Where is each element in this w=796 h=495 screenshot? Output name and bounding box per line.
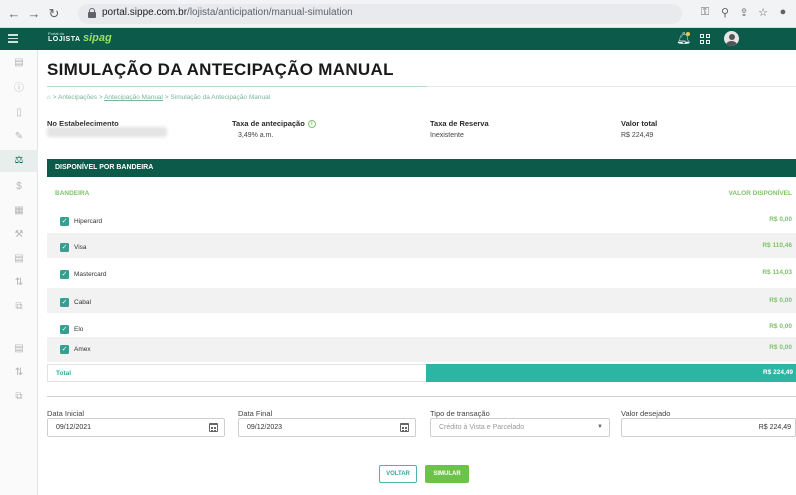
breadcrumb-manual[interactable]: Antecipação Manual	[104, 94, 163, 101]
establishment-value-redacted	[47, 127, 167, 137]
sidebar-money-icon[interactable]: $	[0, 176, 38, 198]
total-row-label: Total	[56, 370, 72, 377]
start-date-label: Data Inicial	[47, 409, 85, 418]
checkbox-visa[interactable]: ✓	[60, 243, 69, 252]
rate-label: Taxa de antecipação i	[232, 119, 316, 129]
reserve-label: Taxa de Reserva	[430, 119, 489, 128]
form-divider	[47, 396, 796, 397]
back-arrow-icon[interactable]: ←	[6, 6, 22, 22]
table-row: ✓ Hipercard R$ 0,00	[47, 208, 796, 233]
table-row: ✓ Cabal R$ 0,00	[47, 288, 796, 313]
amount-value: R$ 224,49	[758, 424, 791, 431]
back-button[interactable]: VOLTAR	[379, 465, 417, 483]
panel-header: DISPONÍVEL POR BANDEIRA	[47, 159, 796, 177]
sidebar: ▤ ⓘ ▯ ✎ ⚖ $ ▦ ⚒ ▤ ⇅ ⧉ ▤ ⇅ ⧉	[0, 50, 38, 495]
sidebar-link-icon[interactable]: ⧉	[0, 296, 38, 318]
forward-arrow-icon[interactable]: →	[26, 6, 42, 22]
brand-name: Elo	[74, 326, 84, 333]
rate-value: 3,49% a.m.	[238, 132, 274, 139]
sidebar-document-icon[interactable]: ▦	[0, 200, 38, 222]
transaction-type-placeholder: Crédito à Vista e Parcelado	[439, 424, 525, 431]
total-bar: R$ 224,49	[426, 364, 796, 382]
brand-name: Visa	[74, 244, 87, 251]
avatar[interactable]	[724, 31, 739, 46]
amount-label: Valor desejado	[621, 409, 671, 418]
notification-dot	[686, 32, 690, 36]
brand-value: R$ 0,00	[769, 216, 792, 223]
checkbox-amex[interactable]: ✓	[60, 345, 69, 354]
sidebar-tools-icon[interactable]: ⚒	[0, 224, 38, 246]
sidebar-edit-icon[interactable]: ✎	[0, 126, 38, 148]
sidebar-report-icon[interactable]: ▤	[0, 248, 38, 270]
end-date-value: 09/12/2023	[247, 424, 283, 431]
sidebar-link2-icon[interactable]: ⧉	[0, 386, 38, 408]
reserve-value: Inexistente	[430, 132, 464, 139]
brand-value: R$ 0,00	[769, 297, 792, 304]
profile-icon[interactable]: ●	[776, 6, 790, 18]
breadcrumb: ⌂ > Antecipações > Antecipação Manual > …	[47, 94, 271, 101]
brand-name: Cabal	[74, 299, 91, 306]
total-label: Valor total	[621, 119, 658, 128]
chevron-down-icon: ▼	[597, 424, 603, 430]
browser-toolbar: ← → ↻ portal.sippe.com.br/lojista/antici…	[0, 0, 796, 28]
end-date-label: Data Final	[238, 409, 273, 418]
brand-name: Amex	[74, 346, 91, 353]
table-row: ✓ Mastercard R$ 114,03	[47, 261, 796, 286]
apps-grid-icon[interactable]	[700, 34, 710, 44]
calendar-icon[interactable]	[400, 423, 409, 432]
sidebar-report2-icon[interactable]: ▤	[0, 338, 38, 360]
lock-icon	[88, 8, 96, 18]
transaction-type-label: Tipo de transação	[430, 409, 490, 418]
brand-value: R$ 114,03	[762, 269, 792, 276]
sidebar-device-icon[interactable]: ▯	[0, 102, 38, 124]
column-header-value: VALOR DISPONÍVEL	[728, 190, 792, 197]
key-icon[interactable]: ⚿	[698, 6, 712, 19]
checkbox-mastercard[interactable]: ✓	[60, 270, 69, 279]
url-text: portal.sippe.com.br/lojista/anticipation…	[102, 7, 353, 18]
breadcrumb-anticipations[interactable]: Antecipações	[58, 94, 97, 101]
amount-input[interactable]: R$ 224,49	[621, 418, 796, 437]
start-date-input[interactable]: 09/12/2021	[47, 418, 225, 437]
reload-icon[interactable]: ↻	[46, 6, 62, 22]
share-icon[interactable]: ⇪	[737, 6, 751, 19]
sipag-logo: sipag	[83, 32, 112, 44]
title-divider-accent	[47, 86, 427, 87]
calendar-icon[interactable]	[209, 423, 218, 432]
sidebar-transfer-icon[interactable]: ⇅	[0, 272, 38, 294]
transaction-type-select[interactable]: Crédito à Vista e Parcelado ▼	[430, 418, 610, 437]
start-date-value: 09/12/2021	[56, 424, 92, 431]
total-value: R$ 224,49	[621, 132, 654, 139]
checkbox-cabal[interactable]: ✓	[60, 298, 69, 307]
sidebar-info-icon[interactable]: ⓘ	[0, 78, 38, 100]
lojista-label: LOJISTA	[48, 36, 81, 43]
table-row: ✓ Visa R$ 110,46	[47, 233, 796, 258]
zoom-icon[interactable]: ⚲	[718, 6, 732, 19]
star-icon[interactable]: ☆	[756, 6, 770, 19]
breadcrumb-current: Simulação da Antecipação Manual	[170, 94, 271, 101]
simulate-button[interactable]: SIMULAR	[425, 465, 469, 483]
checkbox-hipercard[interactable]: ✓	[60, 217, 69, 226]
brand-value: R$ 110,46	[762, 242, 792, 249]
brand-value: R$ 0,00	[769, 323, 792, 330]
brand-name: Hipercard	[74, 218, 103, 225]
page-title: SIMULAÇÃO DA ANTECIPAÇÃO MANUAL	[47, 60, 394, 79]
table-row: ✓ Amex R$ 0,00	[47, 337, 796, 362]
checkbox-elo[interactable]: ✓	[60, 325, 69, 334]
sidebar-transfer2-icon[interactable]: ⇅	[0, 362, 38, 384]
brand-value: R$ 0,00	[769, 344, 792, 351]
menu-icon[interactable]	[8, 34, 18, 43]
total-row: Total R$ 224,49	[47, 364, 796, 382]
app-header: Portal do LOJISTA sipag 🔔︎	[0, 28, 796, 50]
sidebar-anticipation-icon[interactable]: ⚖	[0, 150, 38, 172]
total-row-value: R$ 224,49	[763, 369, 793, 376]
address-bar[interactable]: portal.sippe.com.br/lojista/anticipation…	[78, 4, 682, 24]
end-date-input[interactable]: 09/12/2023	[238, 418, 416, 437]
column-header-brand: BANDEIRA	[55, 190, 90, 197]
home-icon[interactable]: ⌂	[47, 94, 51, 101]
sidebar-dashboard-icon[interactable]: ▤	[0, 52, 38, 74]
info-icon[interactable]: i	[307, 120, 316, 129]
brand-name: Mastercard	[74, 271, 107, 278]
